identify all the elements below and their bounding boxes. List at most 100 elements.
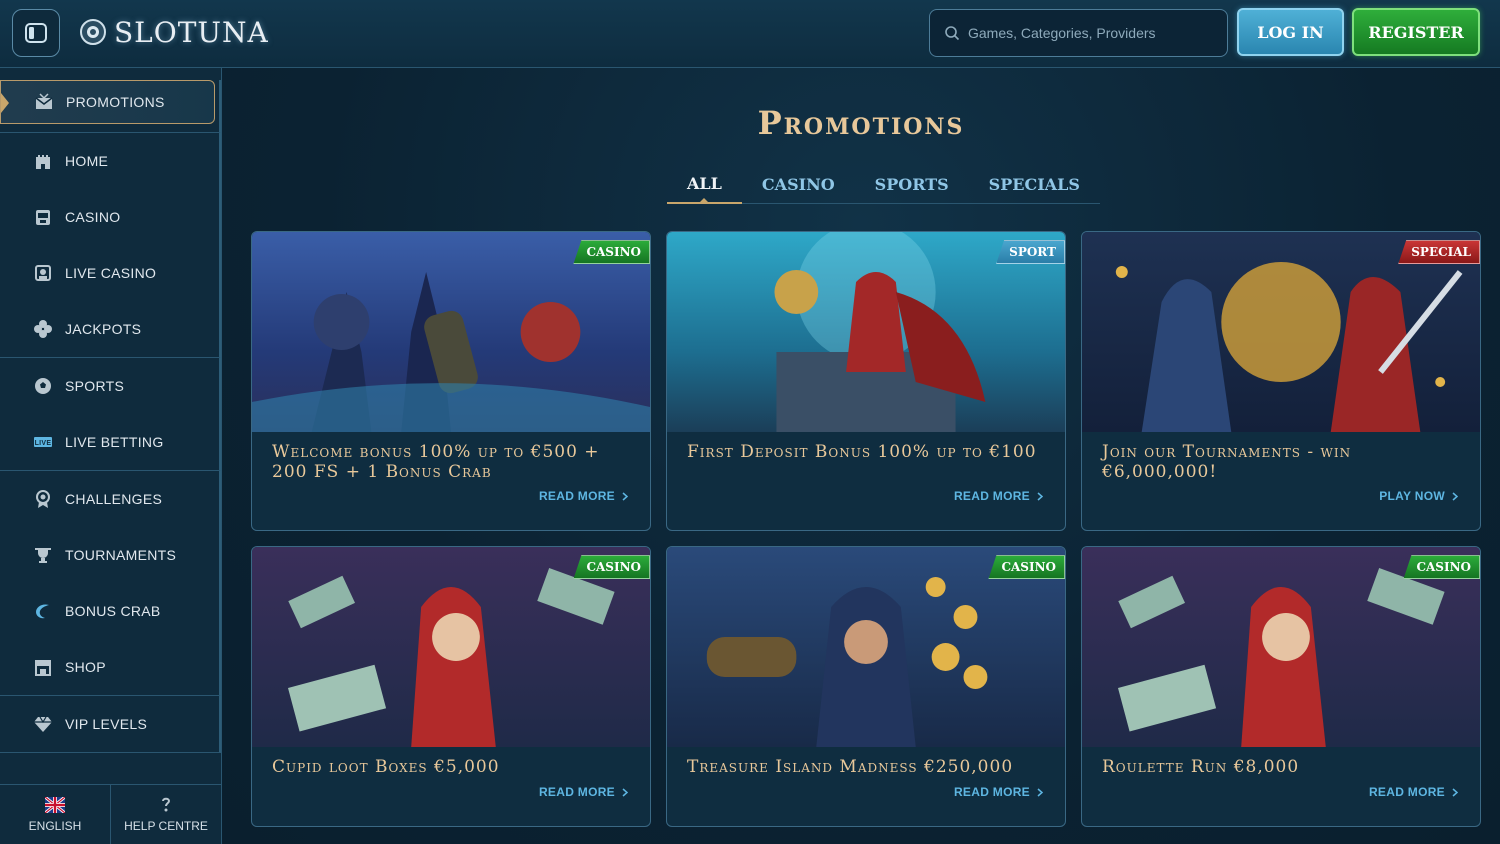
sidebar-footer: ENGLISH HELP CENTRE	[0, 784, 222, 844]
search-box[interactable]	[929, 9, 1228, 57]
slot-machine-icon	[33, 207, 53, 227]
sidebar-item-label: TOURNAMENTS	[65, 547, 177, 563]
sidebar-item-label: BONUS CRAB	[65, 603, 161, 619]
nav-group-main: HOME CASINO LIVE CASINO JACKPOTS	[0, 133, 221, 358]
promo-title: Cupid loot Boxes €5,000	[272, 757, 500, 777]
chevron-right-icon	[622, 491, 628, 501]
tab-sports[interactable]: SPORTS	[855, 164, 969, 204]
read-more-link[interactable]: READ MORE	[539, 785, 628, 799]
sidebar-item-promotions[interactable]: PROMOTIONS	[0, 80, 215, 124]
promo-card[interactable]: SPORT First Deposit Bonus 100% up to €10…	[666, 231, 1066, 531]
help-centre-link[interactable]: HELP CENTRE	[111, 785, 222, 844]
castle-icon	[33, 151, 53, 171]
main-content: Promotions ALL CASINO SPORTS SPECIALS CA…	[222, 68, 1500, 844]
category-badge: SPORT	[996, 240, 1065, 264]
sidebar-item-label: LIVE BETTING	[65, 434, 164, 450]
promo-title: Treasure Island Madness €250,000	[687, 757, 1014, 777]
play-now-link[interactable]: PLAY NOW	[1379, 489, 1458, 503]
sidebar-item-label: JACKPOTS	[65, 321, 142, 337]
promo-card[interactable]: CASINO Welcome bonus 100% up to €500 + 2…	[251, 231, 651, 531]
read-more-label: READ MORE	[953, 489, 1030, 503]
sidebar-item-label: SHOP	[65, 659, 106, 675]
sidebar-item-label: PROMOTIONS	[66, 94, 165, 110]
chevron-right-icon	[1452, 491, 1458, 501]
category-badge: CASINO	[573, 240, 650, 264]
category-badge: CASINO	[1403, 555, 1480, 579]
search-icon	[945, 26, 960, 41]
sidebar-item-label: HOME	[65, 153, 109, 169]
medal-icon	[33, 489, 53, 509]
soccer-ball-icon	[33, 376, 53, 396]
search-input[interactable]	[968, 25, 1208, 41]
read-more-link[interactable]: READ MORE	[1369, 785, 1458, 799]
page-title: Promotions	[757, 104, 965, 142]
chevron-right-icon	[1037, 787, 1043, 797]
tab-specials[interactable]: SPECIALS	[969, 164, 1100, 204]
sidebar-item-vip-levels[interactable]: VIP LEVELS	[0, 696, 219, 752]
gift-icon	[34, 92, 54, 112]
promo-image: CASINO	[252, 547, 650, 747]
sidebar-item-casino[interactable]: CASINO	[0, 189, 219, 245]
language-selector[interactable]: ENGLISH	[0, 785, 111, 844]
help-icon	[162, 797, 171, 811]
promo-card[interactable]: CASINO Cupid loot Boxes €5,000 READ MORE	[251, 546, 651, 827]
login-button[interactable]: LOG IN	[1237, 8, 1344, 56]
tab-casino[interactable]: CASINO	[742, 164, 855, 204]
promo-image: CASINO	[1082, 547, 1480, 747]
play-now-label: PLAY NOW	[1379, 489, 1445, 503]
promo-title: Join our Tournaments - win €6,000,000!	[1102, 442, 1352, 482]
sidebar-item-jackpots[interactable]: JACKPOTS	[0, 301, 219, 357]
tab-all[interactable]: ALL	[667, 164, 742, 204]
promo-title: Roulette Run €8,000	[1102, 757, 1300, 777]
live-badge-icon: LIVE	[33, 432, 53, 452]
sidebar-item-sports[interactable]: SPORTS	[0, 358, 219, 414]
category-badge: CASINO	[573, 555, 650, 579]
sidebar-item-label: CASINO	[65, 209, 121, 225]
svg-text:LIVE: LIVE	[35, 440, 52, 447]
category-badge: CASINO	[988, 555, 1065, 579]
nav-group-sports: SPORTS LIVE LIVE BETTING	[0, 358, 221, 471]
promo-card[interactable]: CASINO Roulette Run €8,000 READ MORE	[1081, 546, 1481, 827]
read-more-label: READ MORE	[538, 489, 615, 503]
sidebar-item-home[interactable]: HOME	[0, 133, 219, 189]
brand-logo[interactable]: SLOTUNA	[78, 14, 269, 50]
promo-grid: CASINO Welcome bonus 100% up to €500 + 2…	[251, 231, 1481, 827]
menu-toggle-button[interactable]	[12, 9, 60, 57]
promo-image: CASINO	[252, 232, 650, 432]
nav-group-vip: VIP LEVELS	[0, 696, 221, 753]
promo-title: Welcome bonus 100% up to €500 + 200 FS +…	[272, 442, 600, 482]
nav-group-extras: CHALLENGES TOURNAMENTS BONUS CRAB SHOP	[0, 471, 221, 696]
sidebar-item-challenges[interactable]: CHALLENGES	[0, 471, 219, 527]
sidebar-item-label: VIP LEVELS	[65, 716, 148, 732]
promo-image: SPECIAL	[1082, 232, 1480, 432]
crab-icon	[33, 601, 53, 621]
sidebar-item-live-casino[interactable]: LIVE CASINO	[0, 245, 219, 301]
read-more-link[interactable]: READ MORE	[539, 489, 628, 503]
promo-card[interactable]: CASINO Treasure Island Madness €250,000 …	[666, 546, 1066, 827]
sidebar-item-live-betting[interactable]: LIVE LIVE BETTING	[0, 414, 219, 470]
read-more-link[interactable]: READ MORE	[954, 489, 1043, 503]
logo-text: SLOTUNA	[114, 15, 269, 49]
sidebar-item-label: SPORTS	[65, 378, 125, 394]
sidebar-item-shop[interactable]: SHOP	[0, 639, 219, 695]
read-more-link[interactable]: READ MORE	[954, 785, 1043, 799]
sidebar-item-tournaments[interactable]: TOURNAMENTS	[0, 527, 219, 583]
chevron-right-icon	[622, 787, 628, 797]
read-more-label: READ MORE	[1368, 785, 1445, 799]
promo-card[interactable]: SPECIAL Join our Tournaments - win €6,00…	[1081, 231, 1481, 531]
sidebar: PROMOTIONS HOME CASINO LIVE CASINO JACKP…	[0, 68, 222, 844]
chevron-right-icon	[1037, 491, 1043, 501]
help-label: HELP CENTRE	[124, 818, 208, 833]
read-more-label: READ MORE	[538, 785, 615, 799]
chevron-right-icon	[1452, 787, 1458, 797]
promo-tabs: ALL CASINO SPORTS SPECIALS	[667, 164, 1100, 204]
diamond-icon	[33, 714, 53, 734]
sidebar-item-bonus-crab[interactable]: BONUS CRAB	[0, 583, 219, 639]
clover-icon	[33, 319, 53, 339]
trophy-icon	[33, 545, 53, 565]
top-header: SLOTUNA LOG IN REGISTER	[0, 0, 1500, 68]
shop-icon	[33, 657, 53, 677]
register-button[interactable]: REGISTER	[1352, 8, 1480, 56]
language-label: ENGLISH	[28, 818, 82, 833]
logo-emblem-icon	[80, 19, 106, 45]
